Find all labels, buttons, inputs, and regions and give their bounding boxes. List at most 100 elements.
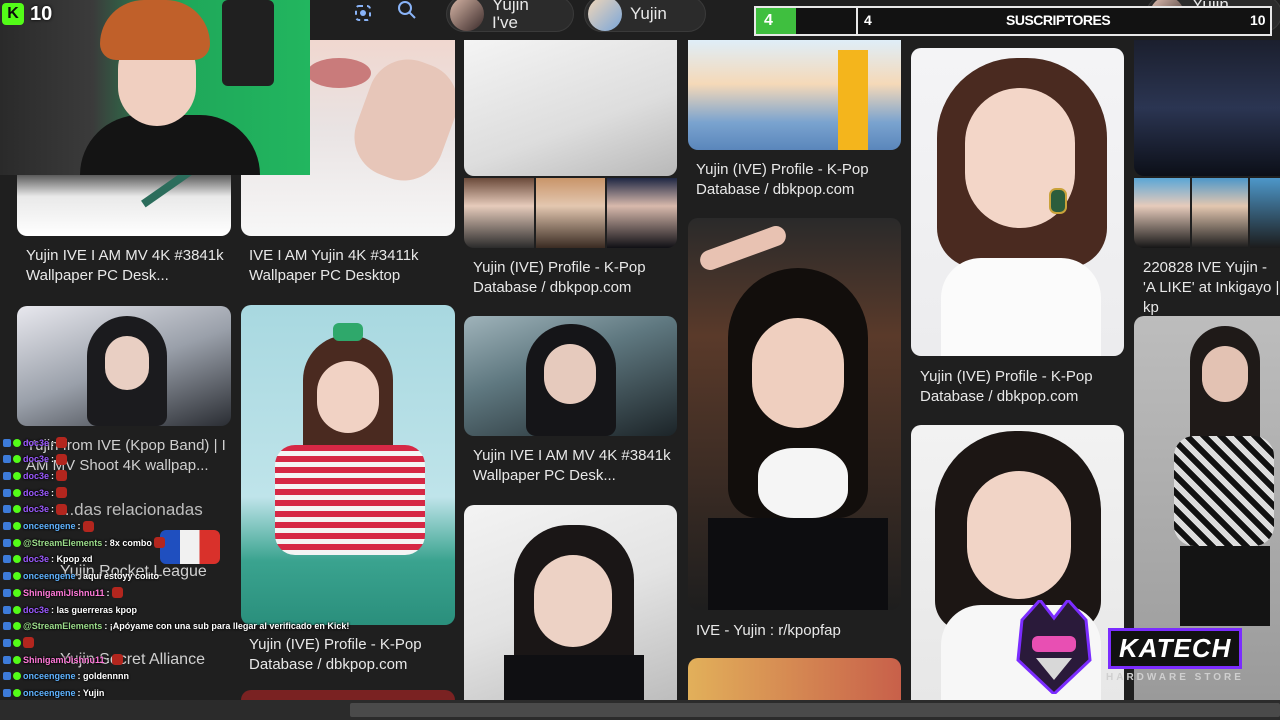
chat-username[interactable]: @StreamElements	[23, 538, 102, 548]
result-caption[interactable]: IVE I AM Yujin 4K #3411k Wallpaper PC De…	[249, 246, 449, 286]
badge-icon	[3, 555, 11, 564]
emote-icon	[111, 587, 123, 599]
chat-username[interactable]: doc3e	[23, 554, 49, 564]
sponsor-name: KATECH	[1108, 628, 1243, 669]
badge-icon	[13, 522, 21, 530]
chat-username[interactable]: onceengene	[23, 671, 76, 681]
badge-icon	[3, 572, 11, 581]
result-image[interactable]	[17, 306, 231, 426]
result-caption[interactable]: Yujin (IVE) Profile - K-Pop Database / d…	[920, 367, 1120, 407]
poster	[222, 0, 274, 86]
result-image[interactable]	[688, 40, 901, 150]
result-caption[interactable]: Yujin IVE I AM MV 4K #3841k Wallpaper PC…	[473, 446, 673, 486]
chat-text: :	[77, 521, 81, 531]
result-image[interactable]	[1134, 40, 1280, 176]
result-image[interactable]	[17, 170, 231, 236]
sub-goal-inner: 4 SUSCRIPTORES 10	[856, 8, 1270, 34]
emote-icon	[56, 487, 68, 499]
chat-text: :	[106, 587, 110, 598]
chip-label: Yujin	[630, 4, 667, 23]
chat-message: @StreamElements: 8x combo	[3, 534, 165, 551]
chat-message	[3, 634, 34, 651]
chat-message: doc3e:	[3, 467, 68, 484]
chat-text: : ¡Apóyame con una sub para llegar al ve…	[104, 621, 350, 632]
chat-username[interactable]: doc3e	[23, 488, 49, 498]
chat-username[interactable]: onceengene	[23, 571, 76, 581]
chat-username[interactable]: onceengene	[23, 521, 76, 531]
scrollbar-thumb[interactable]	[350, 703, 1280, 717]
horizontal-scrollbar[interactable]	[0, 700, 1280, 720]
chat-username[interactable]: doc3e	[23, 454, 49, 464]
kick-viewer-count: 10	[30, 2, 53, 25]
kick-viewer-badge: K 10	[2, 2, 52, 26]
related-chip-yujin-ive[interactable]: Yujin I've	[446, 0, 574, 32]
chat-username[interactable]: @StreamElements	[23, 621, 102, 631]
badge-icon	[3, 505, 11, 514]
badge-icon	[3, 538, 11, 547]
emote-icon	[111, 654, 123, 666]
emote-icon	[56, 470, 68, 482]
search-icon[interactable]	[396, 0, 418, 22]
chat-message: doc3e: Kpop xd	[3, 551, 93, 568]
chat-username[interactable]: ShinigamiJishnu11	[23, 655, 105, 665]
chat-message: ShinigamiJishnu11:	[3, 584, 123, 601]
badge-icon	[13, 605, 21, 614]
chat-text: : Kpop xd	[51, 554, 93, 565]
related-chip-yujin[interactable]: Yujin	[584, 0, 706, 32]
chat-message: doc3e:	[3, 501, 68, 518]
chat-text: : goldennnn	[77, 671, 130, 682]
lens-icon[interactable]	[352, 2, 374, 24]
result-caption[interactable]: 220828 IVE Yujin - 'A LIKE' at Inkigayo …	[1143, 258, 1280, 318]
sponsor-logo: KATECH HARDWARE STORE	[1012, 597, 1262, 700]
chat-text: : 8x combo	[104, 537, 152, 548]
badge-icon	[3, 622, 11, 631]
sub-goal-inner-count: 4	[864, 12, 872, 28]
chat-message: doc3e:	[3, 434, 68, 451]
thumbnail-strip[interactable]	[464, 178, 677, 248]
chat-message: doc3e:	[3, 451, 68, 468]
result-image[interactable]	[688, 218, 901, 610]
sub-goal-target: 10	[1250, 12, 1266, 28]
streamer-shirt	[80, 115, 260, 175]
chat-text: :	[51, 504, 55, 515]
chat-message: doc3e: las guerreras kpop	[3, 601, 137, 618]
badge-icon	[13, 538, 21, 547]
emote-icon	[56, 453, 68, 465]
result-image[interactable]	[911, 48, 1124, 356]
chat-username[interactable]: doc3e	[23, 471, 49, 481]
emote-icon	[56, 503, 68, 515]
chat-message: onceengene: goldennnn	[3, 668, 129, 685]
chat-username[interactable]: onceengene	[23, 688, 76, 698]
chat-message: onceengene:	[3, 518, 94, 535]
thumbnail-strip[interactable]	[1134, 178, 1280, 248]
sub-goal-current: 4	[764, 12, 773, 29]
result-caption[interactable]: Yujin (IVE) Profile - K-Pop Database / d…	[696, 160, 896, 200]
chat-text: :	[51, 454, 55, 465]
chat-text: : Yujin	[77, 688, 105, 698]
badge-icon	[3, 588, 11, 597]
chat-username[interactable]: doc3e	[23, 504, 49, 514]
chat-text: : las guerreras kpop	[51, 604, 138, 615]
badge-icon	[13, 505, 21, 514]
webcam-feed	[0, 0, 310, 175]
result-image[interactable]	[464, 316, 677, 436]
badge-icon	[3, 455, 11, 464]
badge-icon	[13, 471, 21, 480]
result-caption[interactable]: IVE - Yujin : r/kpopfap	[696, 621, 896, 641]
chat-username[interactable]: doc3e	[23, 438, 49, 448]
chip-avatar	[588, 0, 622, 31]
chat-text: :	[51, 470, 55, 481]
result-caption[interactable]: Yujin (IVE) Profile - K-Pop Database / d…	[473, 258, 673, 298]
emote-icon	[82, 520, 94, 532]
chat-username[interactable]: doc3e	[23, 605, 49, 615]
chat-text: :	[51, 437, 55, 448]
result-image[interactable]	[688, 658, 901, 700]
result-image[interactable]	[464, 40, 677, 176]
chat-message: @StreamElements: ¡Apóyame con una sub pa…	[3, 618, 349, 635]
result-image[interactable]	[464, 505, 677, 700]
badge-icon	[13, 488, 21, 497]
chat-username[interactable]: ShinigamiJishnu11	[23, 588, 105, 598]
result-caption[interactable]: Yujin IVE I AM MV 4K #3841k Wallpaper PC…	[26, 246, 226, 286]
badge-icon	[3, 655, 11, 664]
sub-goal-widget: 4 4 SUSCRIPTORES 10	[754, 6, 1272, 36]
